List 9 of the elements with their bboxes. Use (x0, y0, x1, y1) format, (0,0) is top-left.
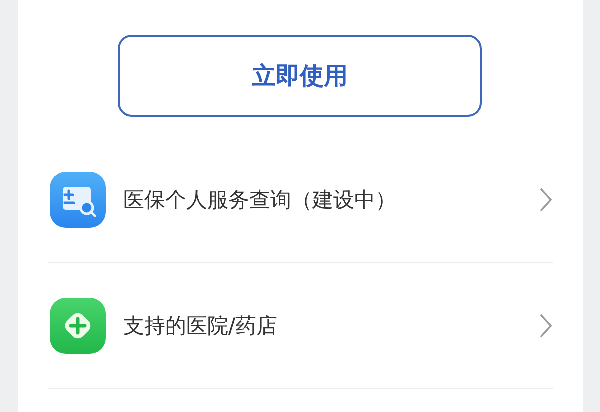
search-card-icon (50, 172, 106, 228)
use-now-button[interactable]: 立即使用 (118, 35, 482, 117)
chevron-icon (538, 312, 552, 338)
menu-item-label: 医保个人服务查询（建设中） (124, 186, 398, 214)
chevron-icon (538, 186, 552, 212)
menu-item[interactable]: 支持的医院/药店 (48, 263, 552, 389)
menu-item[interactable]: 医保个人服务查询（建设中） (48, 137, 552, 263)
medical-cross-icon (50, 298, 106, 354)
menu-item-label: 支持的医院/药店 (124, 312, 279, 340)
